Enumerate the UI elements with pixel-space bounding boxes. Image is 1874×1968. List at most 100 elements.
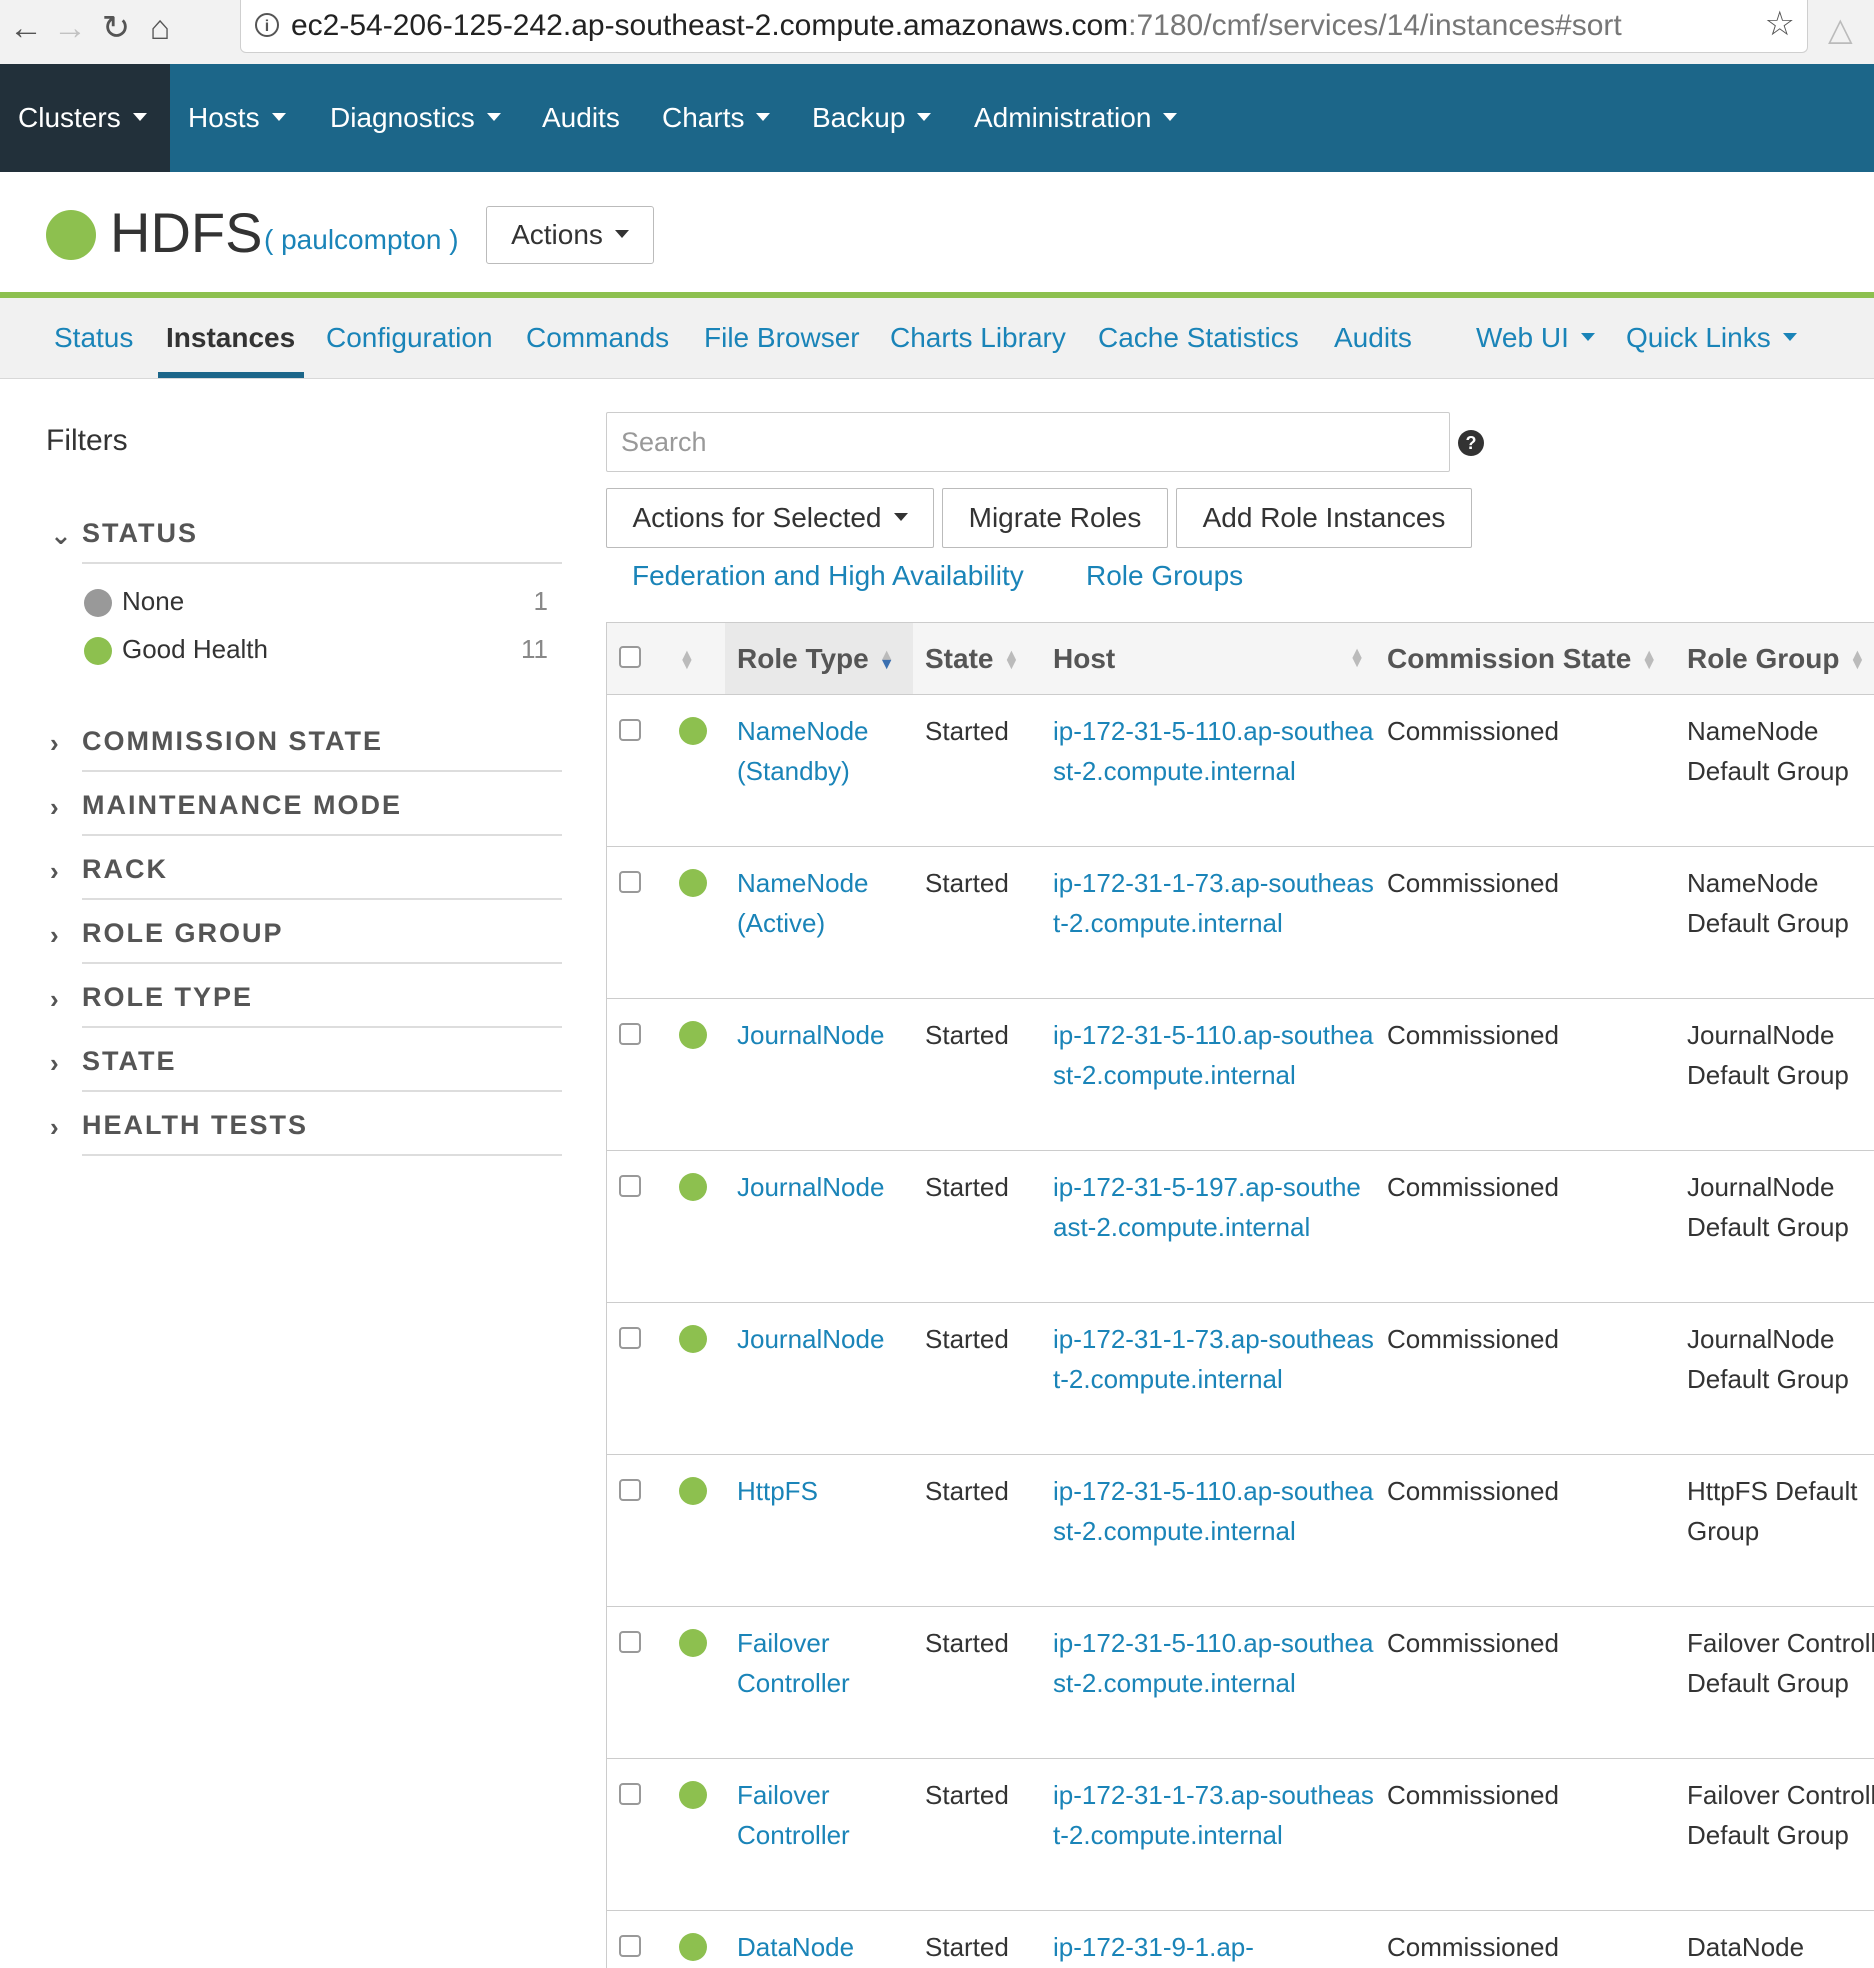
nav-audits[interactable]: Audits — [542, 64, 620, 172]
actions-for-selected-button[interactable]: Actions for Selected — [606, 488, 934, 548]
extension-icon[interactable]: △ — [1828, 10, 1853, 48]
host-column-header[interactable]: Host ▲ ▼ — [1041, 622, 1375, 695]
add-role-instances-button[interactable]: Add Role Instances — [1176, 488, 1472, 548]
role-groups-link[interactable]: Role Groups — [1086, 560, 1243, 592]
select-all-checkbox[interactable] — [619, 645, 641, 668]
nav-diagnostics[interactable]: Diagnostics — [330, 64, 501, 172]
caret-down-icon — [271, 113, 286, 121]
reload-icon[interactable]: ↻ — [96, 8, 136, 48]
state-column-header[interactable]: State ▲ ▼ — [913, 622, 1041, 695]
row-checkbox[interactable] — [619, 1479, 641, 1501]
tab-charts-library[interactable]: Charts Library — [890, 298, 1066, 378]
tab-label: Commands — [526, 322, 670, 353]
role-group-cell: JournalNode Default Group — [1687, 1172, 1849, 1242]
service-actions-button[interactable]: Actions — [486, 206, 654, 264]
role-group-cell: Failover Controller Default Group — [1687, 1628, 1874, 1698]
host-link[interactable]: ip-172-31-5-110.ap-southeast-2.compute.i… — [1041, 695, 1375, 847]
table-row: Failover Controller Started ip-172-31-5-… — [607, 1607, 1874, 1759]
row-select-cell — [607, 1607, 667, 1759]
back-icon[interactable]: ← — [6, 8, 46, 48]
host-link[interactable]: ip-172-31-1-73.ap-southeast-2.compute.in… — [1041, 1303, 1375, 1455]
tab-cache-statistics[interactable]: Cache Statistics — [1098, 298, 1299, 378]
row-checkbox[interactable] — [619, 719, 641, 741]
row-checkbox[interactable] — [619, 1631, 641, 1653]
filter-option-none[interactable]: None 1 — [84, 584, 548, 620]
federation-ha-link[interactable]: Federation and High Availability — [632, 560, 1024, 592]
search-box[interactable] — [606, 412, 1450, 472]
tab-status[interactable]: Status — [54, 298, 133, 378]
role-type-link[interactable]: NameNode (Standby) — [725, 695, 913, 847]
host-link[interactable]: ip-172-31-5-110.ap-southeast-2.compute.i… — [1041, 1455, 1375, 1607]
tab-commands[interactable]: Commands — [526, 298, 669, 378]
host-link[interactable]: ip-172-31-5-110.ap-southeast-2.compute.i… — [1041, 1607, 1375, 1759]
tab-label: Audits — [1334, 322, 1412, 353]
role-type-column-header[interactable]: Role Type ▲ ▼ — [725, 622, 913, 695]
header-label: State — [925, 642, 994, 674]
tab-web-ui[interactable]: Web UI — [1476, 298, 1595, 378]
tab-configuration[interactable]: Configuration — [326, 298, 493, 378]
tab-quick-links[interactable]: Quick Links — [1626, 298, 1797, 378]
nav-clusters[interactable]: Clusters — [0, 64, 170, 172]
url-path: :7180/cmf/services/14/instances#sort — [1128, 9, 1622, 42]
tab-file-browser[interactable]: File Browser — [704, 298, 860, 378]
caret-down-icon — [917, 113, 932, 121]
site-info-icon[interactable]: i — [255, 13, 279, 37]
row-checkbox[interactable] — [619, 1175, 641, 1197]
nav-label: Audits — [542, 102, 620, 133]
nav-administration[interactable]: Administration — [974, 64, 1178, 172]
role-type-link[interactable]: NameNode (Active) — [725, 847, 913, 999]
role-type-link[interactable]: JournalNode — [725, 999, 913, 1151]
role-type-link[interactable]: DataNode — [725, 1911, 913, 1968]
role-type-link[interactable]: Failover Controller — [725, 1759, 913, 1911]
search-input[interactable] — [607, 413, 1449, 471]
sort-icon: ▲ ▼ — [1641, 647, 1658, 674]
host-link[interactable]: ip-172-31-1-73.ap-southeast-2.compute.in… — [1041, 847, 1375, 999]
role-group-column-header[interactable]: Role Group ▲ ▼ — [1675, 622, 1874, 695]
option-label: None — [122, 586, 185, 616]
option-count: 11 — [521, 634, 548, 664]
host-link[interactable]: ip-172-31-5-110.ap-southeast-2.compute.i… — [1041, 999, 1375, 1151]
role-group-cell: JournalNode Default Group — [1687, 1324, 1849, 1394]
role-type-link[interactable]: HttpFS — [725, 1455, 913, 1607]
commission-state-cell: Commissioned — [1387, 1476, 1559, 1506]
facet-label: ROLE TYPE — [82, 982, 254, 1012]
commission-state-column-header[interactable]: Commission State ▲ ▼ — [1375, 622, 1675, 695]
sort-icon: ▲ ▼ — [1003, 647, 1020, 674]
nav-charts[interactable]: Charts — [662, 64, 771, 172]
state-cell: Started — [925, 1780, 1009, 1810]
host-link[interactable]: ip-172-31-1-73.ap-southeast-2.compute.in… — [1041, 1759, 1375, 1911]
status-column-header[interactable]: ▲ ▼ — [667, 622, 725, 695]
tab-audits[interactable]: Audits — [1334, 298, 1412, 378]
sort-icon: ▲ ▼ — [1849, 647, 1866, 674]
commission-state-cell: Commissioned — [1387, 716, 1559, 746]
role-type-link[interactable]: JournalNode — [725, 1303, 913, 1455]
help-icon[interactable]: ? — [1458, 430, 1484, 456]
row-checkbox[interactable] — [619, 871, 641, 893]
url-text[interactable]: ec2-54-206-125-242.ap-southeast-2.comput… — [291, 9, 1622, 43]
migrate-roles-button[interactable]: Migrate Roles — [942, 488, 1168, 548]
cluster-link[interactable]: ( paulcompton ) — [264, 224, 459, 256]
caret-down-icon — [756, 113, 771, 121]
nav-hosts[interactable]: Hosts — [188, 64, 286, 172]
row-checkbox[interactable] — [619, 1783, 641, 1805]
filter-option-good-health[interactable]: Good Health 11 — [84, 632, 548, 668]
table-row: NameNode (Standby) Started ip-172-31-5-1… — [607, 695, 1874, 847]
service-header: HDFS ( paulcompton ) Actions — [0, 172, 1874, 292]
tab-instances[interactable]: Instances — [166, 298, 295, 378]
row-checkbox[interactable] — [619, 1023, 641, 1045]
sort-icon: ▲ ▼ — [1349, 645, 1365, 671]
table-row: NameNode (Active) Started ip-172-31-1-73… — [607, 847, 1874, 999]
role-type-link[interactable]: Failover Controller — [725, 1607, 913, 1759]
forward-icon[interactable]: → — [50, 8, 90, 48]
address-bar[interactable]: i ec2-54-206-125-242.ap-southeast-2.comp… — [240, 0, 1808, 53]
role-type-link[interactable]: JournalNode — [725, 1151, 913, 1303]
host-link[interactable]: ip-172-31-5-197.ap-southeast-2.compute.i… — [1041, 1151, 1375, 1303]
nav-label: Clusters — [18, 102, 121, 133]
host-link[interactable]: ip-172-31-9-1.ap- — [1041, 1911, 1375, 1968]
row-select-cell — [607, 847, 667, 999]
row-checkbox[interactable] — [619, 1935, 641, 1957]
home-icon[interactable]: ⌂ — [140, 8, 180, 48]
nav-backup[interactable]: Backup — [812, 64, 932, 172]
row-checkbox[interactable] — [619, 1327, 641, 1349]
bookmark-star-icon[interactable]: ☆ — [1765, 4, 1795, 44]
